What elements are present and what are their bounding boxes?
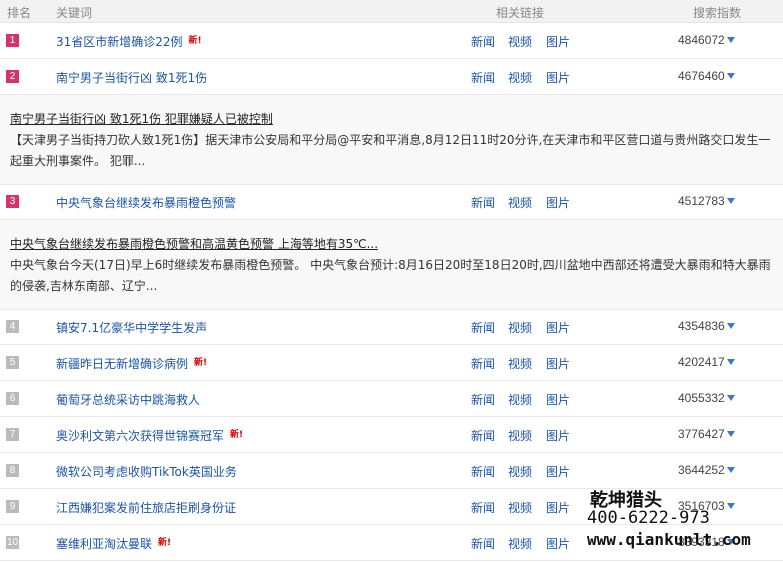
keyword-link[interactable]: 塞维利亚淘汰曼联 新!	[56, 535, 171, 552]
table-row: 3 中央气象台继续发布暴雨橙色预警 新闻 视频 图片 4512783	[0, 184, 783, 220]
keyword-link[interactable]: 微软公司考虑收购TikTok英国业务	[56, 463, 237, 480]
image-link[interactable]: 图片	[546, 69, 570, 86]
search-index: 4512783	[678, 194, 735, 208]
search-index: 4676460	[678, 69, 735, 83]
image-link[interactable]: 图片	[546, 463, 570, 480]
video-link[interactable]: 视频	[508, 319, 532, 336]
image-link[interactable]: 图片	[546, 535, 570, 552]
table-row: 8 微软公司考虑收购TikTok英国业务 新闻 视频 图片 3644252	[0, 453, 783, 489]
rank-badge: 3	[6, 195, 19, 208]
news-link[interactable]: 新闻	[471, 463, 495, 480]
down-arrow-icon	[726, 394, 735, 401]
keyword-link[interactable]: 31省区市新增确诊22例 新!	[56, 33, 202, 50]
new-badge: 新!	[158, 538, 172, 548]
table-row: 2 南宁男子当街行凶 致1死1伤 新闻 视频 图片 4676460	[0, 59, 783, 95]
detail-title-link[interactable]: 南宁男子当街行凶 致1死1伤 犯罪嫌疑人已被控制	[10, 110, 273, 127]
down-arrow-icon	[726, 358, 735, 365]
detail-description: 中央气象台今天(17日)早上6时继续发布暴雨橙色预警。 中央气象台预计:8月16…	[10, 258, 771, 293]
rank-badge: 4	[6, 320, 19, 333]
rank-badge: 8	[6, 464, 19, 477]
video-link[interactable]: 视频	[508, 499, 532, 516]
detail-description: 【天津男子当街持刀砍人致1死1伤】据天津市公安局和平分局@平安和平消息,8月12…	[10, 133, 771, 168]
image-link[interactable]: 图片	[546, 319, 570, 336]
video-link[interactable]: 视频	[508, 427, 532, 444]
keyword-link[interactable]: 中央气象台继续发布暴雨橙色预警	[56, 194, 236, 211]
rank-badge: 1	[6, 34, 19, 47]
rank-badge: 6	[6, 392, 19, 405]
new-badge: 新!	[188, 36, 202, 46]
down-arrow-icon	[726, 466, 735, 473]
down-arrow-icon	[726, 430, 735, 437]
news-link[interactable]: 新闻	[471, 319, 495, 336]
down-arrow-icon	[726, 36, 735, 43]
down-arrow-icon	[726, 72, 735, 79]
news-link[interactable]: 新闻	[471, 391, 495, 408]
search-index: 4202417	[678, 355, 735, 369]
header-index: 搜索指数	[693, 6, 742, 20]
video-link[interactable]: 视频	[508, 463, 532, 480]
down-arrow-icon	[726, 322, 735, 329]
image-link[interactable]: 图片	[546, 499, 570, 516]
down-arrow-icon	[726, 502, 735, 509]
search-index: 3776427	[678, 427, 735, 441]
detail-title-link[interactable]: 中央气象台继续发布暴雨橙色预警和高温黄色预警 上海等地有35℃...	[10, 235, 378, 252]
table-row: 5 新疆昨日无新增确诊病例 新! 新闻 视频 图片 4202417	[0, 345, 783, 381]
image-link[interactable]: 图片	[546, 391, 570, 408]
rank-badge: 9	[6, 500, 19, 513]
rank-badge: 7	[6, 428, 19, 441]
keyword-link[interactable]: 新疆昨日无新增确诊病例 新!	[56, 355, 207, 372]
news-link[interactable]: 新闻	[471, 194, 495, 211]
video-link[interactable]: 视频	[508, 535, 532, 552]
header-rank: 排名	[7, 6, 32, 20]
image-link[interactable]: 图片	[546, 355, 570, 372]
search-index: 3644252	[678, 463, 735, 477]
down-arrow-icon	[726, 197, 735, 204]
table-row: 4 镇安7.1亿豪华中学学生发声 新闻 视频 图片 4354836	[0, 309, 783, 345]
video-link[interactable]: 视频	[508, 69, 532, 86]
table-header: 排名 关键词 相关链接 搜索指数	[0, 0, 783, 23]
keyword-link[interactable]: 镇安7.1亿豪华中学学生发声	[56, 319, 207, 336]
video-link[interactable]: 视频	[508, 33, 532, 50]
video-link[interactable]: 视频	[508, 355, 532, 372]
rank-badge: 10	[6, 536, 19, 549]
table-row: 6 葡萄牙总统采访中跳海救人 新闻 视频 图片 4055332	[0, 381, 783, 417]
keyword-link[interactable]: 南宁男子当街行凶 致1死1伤	[56, 69, 207, 86]
news-link[interactable]: 新闻	[471, 535, 495, 552]
keyword-link[interactable]: 奥沙利文第六次获得世锦赛冠军 新!	[56, 427, 243, 444]
news-link[interactable]: 新闻	[471, 33, 495, 50]
video-link[interactable]: 视频	[508, 194, 532, 211]
header-links: 相关链接	[496, 6, 545, 20]
search-index: 4846072	[678, 33, 735, 47]
search-index: 4055332	[678, 391, 735, 405]
rank-badge: 2	[6, 70, 19, 83]
new-badge: 新!	[194, 358, 208, 368]
news-link[interactable]: 新闻	[471, 427, 495, 444]
table-row: 1 31省区市新增确诊22例 新! 新闻 视频 图片 4846072	[0, 23, 783, 59]
keyword-link[interactable]: 葡萄牙总统采访中跳海救人	[56, 391, 200, 408]
news-detail: 中央气象台继续发布暴雨橙色预警和高温黄色预警 上海等地有35℃... 中央气象台…	[0, 220, 783, 310]
news-link[interactable]: 新闻	[471, 499, 495, 516]
table-row: 7 奥沙利文第六次获得世锦赛冠军 新! 新闻 视频 图片 3776427	[0, 417, 783, 453]
image-link[interactable]: 图片	[546, 427, 570, 444]
news-detail: 南宁男子当街行凶 致1死1伤 犯罪嫌疑人已被控制 【天津男子当街持刀砍人致1死1…	[0, 95, 783, 185]
video-link[interactable]: 视频	[508, 391, 532, 408]
news-link[interactable]: 新闻	[471, 355, 495, 372]
header-keyword: 关键词	[56, 6, 93, 20]
watermark-phone: 400-6222-973	[587, 508, 710, 528]
news-link[interactable]: 新闻	[471, 69, 495, 86]
image-link[interactable]: 图片	[546, 194, 570, 211]
new-badge: 新!	[230, 430, 244, 440]
rank-badge: 5	[6, 356, 19, 369]
keyword-link[interactable]: 江西嫌犯案发前住旅店拒刷身份证	[56, 499, 236, 516]
watermark-url: www.qiankunlt.com	[587, 530, 751, 549]
image-link[interactable]: 图片	[546, 33, 570, 50]
search-index: 4354836	[678, 319, 735, 333]
